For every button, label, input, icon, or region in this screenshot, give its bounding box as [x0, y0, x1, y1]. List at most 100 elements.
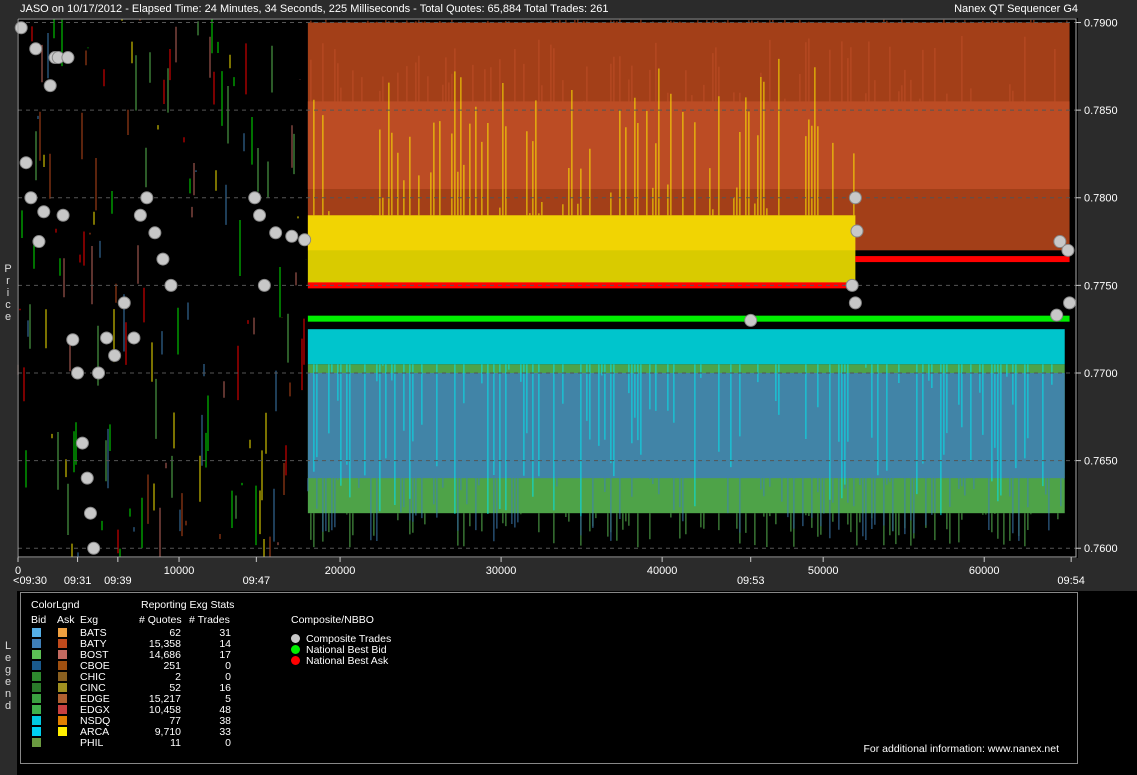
trade-point-41 [1063, 296, 1077, 310]
legend-row-arca: ARCA 9,710 33 [21, 726, 281, 738]
bid-color-swatch [32, 639, 41, 648]
trade-point-2 [24, 191, 38, 205]
ask-color-swatch [58, 639, 67, 648]
y-tick-label-3: 0.7750 [1084, 280, 1118, 292]
legend-composite-header: Composite/NBBO [291, 614, 374, 626]
trade-point-35 [850, 224, 864, 238]
trade-point-31 [285, 229, 299, 243]
legend-stats-header: Reporting Exg Stats [141, 599, 235, 611]
legend-row-phil: PHIL 11 0 [21, 737, 281, 749]
y-tick-label-0: 0.7900 [1084, 18, 1118, 30]
trade-point-9 [56, 208, 70, 222]
trade-point-16 [87, 541, 101, 555]
bid-color-swatch [32, 661, 41, 670]
x-time-label-0: <09:30 [13, 575, 47, 587]
x-time-label-11: 09:54 [1057, 575, 1085, 587]
bid-color-swatch [32, 650, 41, 659]
legend-row-edge: EDGE 15,217 5 [21, 693, 281, 705]
trade-point-3 [29, 42, 43, 56]
legend-row-bats: BATS 62 31 [21, 627, 281, 639]
trade-point-40 [1061, 243, 1075, 257]
y-tick-label-1: 0.7850 [1084, 105, 1118, 117]
legend-ask-header: Ask [57, 614, 75, 626]
legend-row-edgx: EDGX 10,458 48 [21, 704, 281, 716]
legend-composite-label: National Best Ask [306, 655, 389, 667]
x-tick-label-3: 10000 [164, 565, 195, 577]
legend-side-label: Legend [4, 640, 12, 712]
y-tick-label-6: 0.7600 [1084, 543, 1118, 555]
trade-point-32 [298, 233, 312, 247]
trade-point-23 [140, 191, 154, 205]
bid-color-swatch [32, 694, 41, 703]
ask-color-swatch [58, 683, 67, 692]
trade-point-34 [848, 191, 862, 205]
legend-colorlgnd: ColorLgnd [31, 599, 80, 611]
nbbo-line-1 [855, 256, 1070, 263]
y-tick-label-4: 0.7700 [1084, 368, 1118, 380]
ask-color-swatch [58, 727, 67, 736]
bid-color-swatch [32, 738, 41, 747]
legend-exg-header: Exg [80, 614, 99, 626]
trade-point-19 [108, 348, 122, 362]
info-link-text: For additional information: www.nanex.ne… [863, 743, 1059, 755]
trade-point-14 [80, 471, 94, 485]
legend-quotes-header: # Quotes [139, 614, 182, 626]
trade-point-11 [66, 333, 80, 347]
ask-color-swatch [58, 716, 67, 725]
x-time-label-8: 09:53 [737, 575, 765, 587]
trade-point-4 [32, 235, 46, 249]
y-tick-label-5: 0.7650 [1084, 456, 1118, 468]
ask-color-swatch [58, 705, 67, 714]
trade-point-37 [848, 296, 862, 310]
trade-point-22 [133, 208, 147, 222]
y-tick-label-2: 0.7800 [1084, 193, 1118, 205]
x-tick-label-5: 20000 [325, 565, 356, 577]
legend-row-bost: BOST 14,686 17 [21, 649, 281, 661]
quote-count: 11 [170, 737, 181, 749]
quote-band-nsdq-bid [307, 329, 1065, 365]
ask-color-swatch [58, 694, 67, 703]
nbbo-line-2 [307, 315, 1070, 322]
trade-point-24 [148, 226, 162, 240]
x-time-label-4: 09:47 [243, 575, 271, 587]
trade-point-10 [61, 51, 75, 65]
bid-color-swatch [32, 683, 41, 692]
quote-band-arca-ask [307, 215, 856, 286]
trade-point-1 [19, 156, 33, 170]
trade-count: 0 [225, 737, 231, 749]
bid-color-swatch [32, 705, 41, 714]
trade-point-18 [100, 331, 114, 345]
legend-row-chic: CHIC 2 0 [21, 671, 281, 683]
x-time-label-2: 09:39 [104, 575, 132, 587]
legend-panel: ColorLgnd Bid Ask Exg Reporting Exg Stat… [20, 592, 1078, 764]
legend-dot-icon [291, 656, 300, 665]
bid-color-swatch [32, 672, 41, 681]
bid-color-swatch [32, 727, 41, 736]
x-tick-label-9: 50000 [808, 565, 839, 577]
trade-point-33 [744, 313, 758, 327]
trade-point-6 [43, 79, 57, 93]
trade-point-27 [248, 191, 262, 205]
trade-point-13 [75, 436, 89, 450]
x-tick-label-7: 40000 [647, 565, 678, 577]
ask-color-swatch [58, 650, 67, 659]
trade-point-26 [164, 278, 178, 292]
trade-point-30 [269, 226, 283, 240]
trade-point-0 [14, 21, 28, 35]
trade-point-28 [253, 208, 267, 222]
trade-point-20 [117, 296, 131, 310]
exchange-name: PHIL [80, 737, 104, 749]
legend-dot-icon [291, 634, 300, 643]
trade-point-21 [127, 331, 141, 345]
bid-color-swatch [32, 716, 41, 725]
legend-trades-header: # Trades [189, 614, 230, 626]
trade-point-12 [71, 366, 85, 380]
trade-point-38 [1050, 308, 1064, 322]
trade-point-17 [92, 366, 106, 380]
quote-band-baty-bid [307, 372, 1065, 479]
ask-color-swatch [58, 661, 67, 670]
legend-dot-icon [291, 645, 300, 654]
ask-color-swatch [58, 672, 67, 681]
y-axis-label: Price [4, 263, 12, 323]
legend-bid-header: Bid [31, 614, 47, 626]
